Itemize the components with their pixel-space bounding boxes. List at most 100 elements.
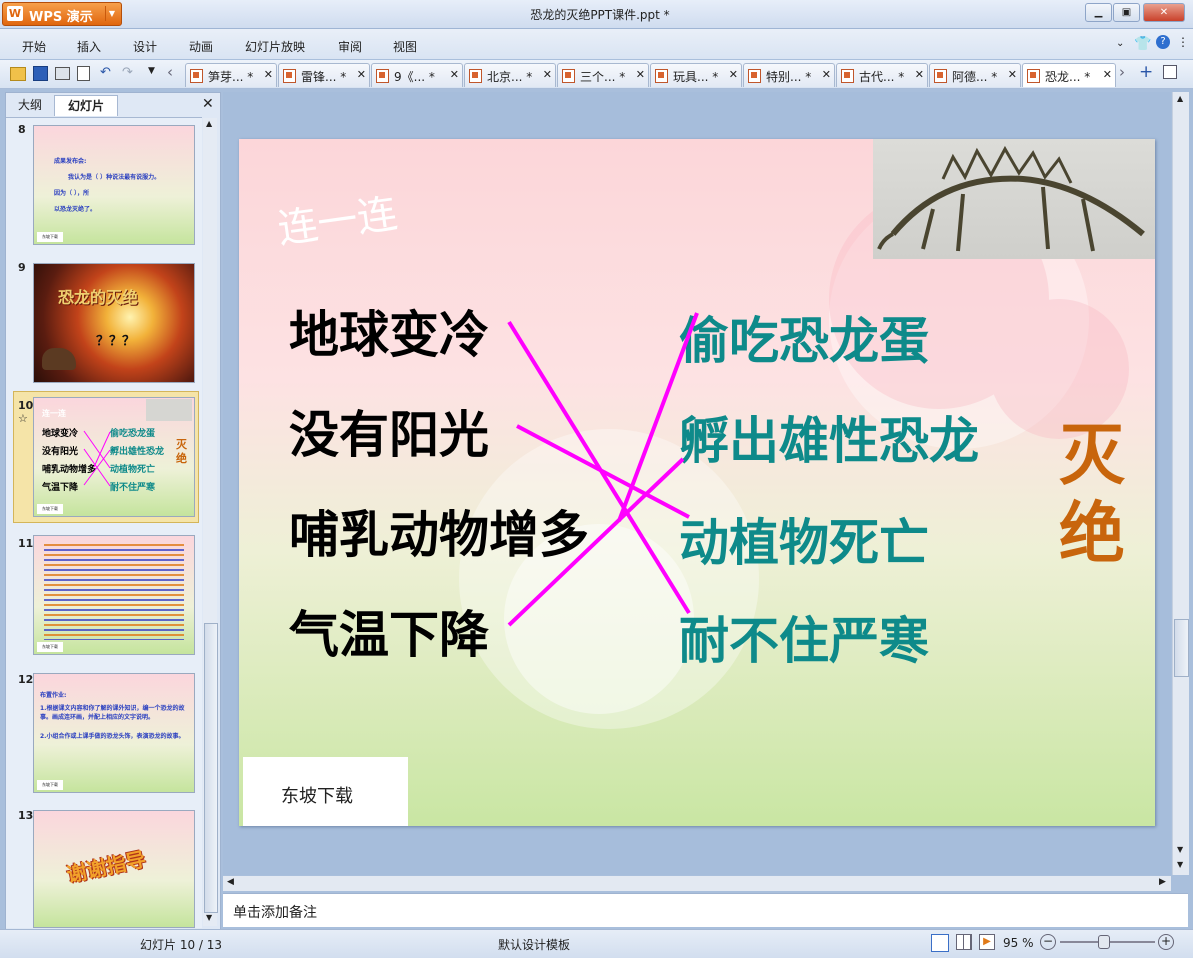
scroll-down-icon[interactable]: ▼ (1177, 845, 1183, 854)
doc-tab[interactable]: 三个... * ✕ (557, 63, 649, 87)
wps-logo-icon: W (7, 6, 23, 21)
scrollbar-thumb[interactable] (1174, 619, 1189, 677)
scroll-down-icon[interactable]: ▼ (206, 913, 212, 922)
scroll-up-icon[interactable]: ▲ (206, 119, 212, 128)
minimize-button[interactable]: ▁ (1085, 3, 1112, 22)
slide-sorter-icon[interactable] (956, 934, 972, 950)
menu-home[interactable]: 开始 (22, 38, 46, 55)
animation-star-icon: ☆ (18, 412, 28, 425)
maximize-button[interactable]: ▣ (1113, 3, 1140, 22)
print-icon[interactable] (55, 67, 70, 80)
redo-icon[interactable]: ↷ (122, 65, 133, 80)
customize-toolbar-icon[interactable]: ▼ (148, 66, 155, 76)
thumb-connection-lines (83, 430, 111, 487)
normal-view-icon[interactable] (931, 934, 949, 952)
new-tab-icon[interactable]: + (1139, 62, 1153, 82)
slide-number: 8 (18, 123, 26, 136)
ribbon-collapse-icon[interactable]: ⌄ (1116, 38, 1124, 49)
ppt-icon (283, 69, 296, 83)
ppt-icon (934, 69, 947, 83)
close-tab-icon[interactable]: ✕ (450, 68, 459, 81)
scroll-up-icon[interactable]: ▲ (1177, 94, 1183, 103)
notes-placeholder[interactable]: 单击添加备注 (233, 902, 317, 922)
close-tab-icon[interactable]: ✕ (822, 68, 831, 81)
doc-tab[interactable]: 玩具... * ✕ (650, 63, 742, 87)
notes-pane[interactable]: 单击添加备注 (223, 893, 1188, 927)
menu-design[interactable]: 设计 (133, 38, 157, 55)
undo-icon[interactable]: ↶ (100, 65, 111, 80)
tab-slides[interactable]: 幻灯片 (54, 95, 118, 116)
overflow-icon[interactable]: ⋮ (1177, 35, 1189, 49)
menu-view[interactable]: 视图 (393, 38, 417, 55)
close-tab-icon[interactable]: ✕ (636, 68, 645, 81)
slideshow-icon[interactable]: ▶ (979, 934, 995, 950)
doc-tab[interactable]: 雷锋... * ✕ (278, 63, 370, 87)
close-tab-icon[interactable]: ✕ (357, 68, 366, 81)
zoom-level[interactable]: 95 % (1003, 936, 1034, 950)
menu-bar: 开始 插入 设计 动画 幻灯片放映 审阅 视图 ⌄ 👕 ? ⋮ (0, 29, 1193, 59)
zoom-slider-handle[interactable] (1098, 935, 1110, 949)
menu-slideshow[interactable]: 幻灯片放映 (245, 38, 305, 55)
chevron-down-icon: ▼ (105, 6, 118, 21)
thumbnail-scrollbar[interactable]: ▲ ▼ (203, 118, 218, 926)
doc-tab[interactable]: 9《... * ✕ (371, 63, 463, 87)
skin-icon[interactable]: 👕 (1134, 36, 1151, 52)
current-slide[interactable]: 连一连 地球变冷 没有阳光 哺乳动物增多 气温下降 偷吃恐龙蛋 孵出雄性恐龙 动… (239, 139, 1155, 826)
footer-textbox: 东坡下载 (243, 757, 408, 826)
wps-menu-button[interactable]: W WPS 演示 ▼ (2, 2, 122, 26)
doc-tab[interactable]: 笋芽... * ✕ (185, 63, 277, 87)
close-tab-icon[interactable]: ✕ (1103, 68, 1112, 81)
print-preview-icon[interactable] (77, 66, 90, 81)
slides-panel: 大纲 幻灯片 ✕ 8 成果发布会: 我认为是（ ）种说法最有说服力。 因为（ ）… (5, 92, 221, 930)
close-tab-icon[interactable]: ✕ (543, 68, 552, 81)
horizontal-scrollbar[interactable]: ◀ ▶ (223, 876, 1171, 891)
slide-thumbnail-13[interactable]: 谢谢指导 (33, 810, 195, 928)
slide-thumbnail-11[interactable]: 东坡下载 (33, 535, 195, 655)
ppt-icon (190, 69, 203, 83)
scrollbar-thumb[interactable] (204, 623, 218, 913)
tab-outline[interactable]: 大纲 (8, 95, 52, 115)
wps-brand-label: WPS 演示 (29, 10, 93, 25)
slide-thumbnail-12[interactable]: 布置作业: 1.根据课文内容和你了解的课外知识，编一个恐龙的故事。画成连环画，并… (33, 673, 195, 793)
doc-tab[interactable]: 古代... * ✕ (836, 63, 928, 87)
close-tab-icon[interactable]: ✕ (1008, 68, 1017, 81)
slide-thumbnail-8[interactable]: 成果发布会: 我认为是（ ）种说法最有说服力。 因为（ ），所 以恐龙灭绝了。 … (33, 125, 195, 245)
template-name: 默认设计模板 (498, 938, 571, 952)
connection-line (507, 457, 685, 627)
scroll-right-icon[interactable]: ▶ (1159, 877, 1166, 887)
close-button[interactable]: ✕ (1143, 3, 1185, 22)
slide-counter: 幻灯片 10 / 13 (140, 938, 223, 952)
tabs-scroll-right-icon[interactable]: › (1119, 63, 1125, 81)
close-tab-icon[interactable]: ✕ (264, 68, 273, 81)
doc-tab-active[interactable]: 恐龙... * ✕ (1022, 63, 1116, 87)
doc-tab[interactable]: 特别... * ✕ (743, 63, 835, 87)
slide-number: 13 (18, 809, 34, 822)
scroll-left-icon[interactable]: ◀ (227, 877, 234, 887)
connection-line (617, 312, 699, 522)
connection-lines (507, 312, 699, 627)
save-icon[interactable] (33, 66, 48, 81)
slide-thumbnail-10[interactable]: 连一连 地球变冷 没有阳光 哺乳动物增多 气温下降 偷吃恐龙蛋 孵出雄性恐龙 动… (33, 397, 195, 517)
doc-tab[interactable]: 北京... * ✕ (464, 63, 556, 87)
status-bar: 幻灯片 10 / 13 默认设计模板 ▶ 95 % − + (0, 929, 1193, 958)
menu-animation[interactable]: 动画 (189, 38, 213, 55)
doc-tab[interactable]: 阿德... * ✕ (929, 63, 1021, 87)
help-icon[interactable]: ? (1156, 35, 1170, 49)
slide-thumbnail-9[interactable]: 恐龙的灭绝 ？？？ (33, 263, 195, 383)
open-icon[interactable] (10, 67, 26, 81)
title-bar: W WPS 演示 ▼ 恐龙的灭绝PPT课件.ppt * ▁ ▣ ✕ (0, 0, 1193, 29)
next-slide-icon[interactable]: ▼ (1177, 860, 1183, 869)
tabs-scroll-left-icon[interactable]: ‹ (167, 63, 173, 81)
close-tab-icon[interactable]: ✕ (915, 68, 924, 81)
menu-insert[interactable]: 插入 (77, 38, 101, 55)
close-panel-icon[interactable]: ✕ (202, 96, 214, 112)
zoom-in-icon[interactable]: + (1158, 934, 1174, 950)
menu-review[interactable]: 审阅 (338, 38, 362, 55)
ppt-icon (376, 69, 389, 83)
tab-list-icon[interactable] (1163, 65, 1177, 79)
zoom-out-icon[interactable]: − (1040, 934, 1056, 950)
slide-number: 9 (18, 261, 26, 274)
dense-text-block (44, 544, 184, 640)
vertical-scrollbar[interactable]: ▲ ▼ ▼ (1172, 92, 1189, 875)
close-tab-icon[interactable]: ✕ (729, 68, 738, 81)
